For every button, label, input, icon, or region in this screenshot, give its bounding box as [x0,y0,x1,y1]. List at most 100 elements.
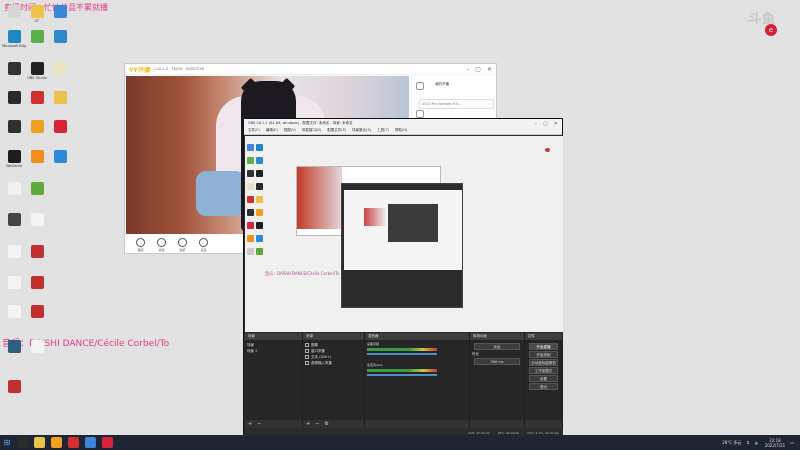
desktop-shortcut[interactable] [2,5,26,19]
settings-icon[interactable] [416,110,424,118]
desktop-shortcut[interactable] [48,150,72,164]
yy-side-item[interactable]: 2022 Pro Stream Fra... [419,99,494,109]
obs-menu-item[interactable]: 场景集合(S) [352,128,371,134]
maximize-icon[interactable]: ▢ [475,66,481,73]
obs-menu-item[interactable]: 编辑(E) [266,128,278,134]
edge-icon [7,30,21,43]
desktop-shortcut[interactable] [2,62,26,76]
obs-menu-item[interactable]: 视图(V) [284,128,296,134]
desktop-shortcut[interactable] [48,62,72,76]
sources-list[interactable]: 图像 窗口采集 文本 (GDI+) 音频输入采集 [303,340,364,420]
edge-icon[interactable] [85,437,96,448]
remove-icon[interactable]: − [257,421,261,427]
settings-button[interactable]: 设置 [529,375,558,382]
start-recording-button[interactable]: 开始录制 [529,351,558,358]
minimize-icon[interactable]: – [535,121,538,127]
transitions-body: 淡出 时长 300 ms [470,340,524,420]
gear-icon[interactable]: ⚙ [324,421,328,427]
obs-studio-icon [30,62,44,75]
duration-input[interactable]: 300 ms [474,358,520,365]
transition-select[interactable]: 淡出 [474,343,520,350]
douyu-icon[interactable] [102,437,113,448]
mixer-track-name: 麦克风/Aux [367,363,383,367]
volume-slider[interactable] [367,353,437,355]
obs-menu-item[interactable]: 帮助(H) [395,128,407,134]
desktop-shortcut[interactable] [48,30,72,44]
desktop-shortcut[interactable] [2,305,26,319]
desktop-shortcut[interactable] [25,30,49,44]
obs-menu-item[interactable]: 文件(F) [248,128,260,134]
clock[interactable]: 22:18 2022/7/21 [765,438,786,448]
add-icon[interactable]: + [248,421,252,427]
obs-titlebar[interactable]: OBS 28.1.1 (64-bit, windows) - 配置文件: 未命名… [244,119,562,128]
close-icon[interactable]: ✕ [487,66,492,73]
yy-control-settings[interactable]: 设置 [199,237,208,252]
virtual-camera-button[interactable]: 启动虚拟摄像机 [529,359,558,366]
desktop-shortcut[interactable] [25,182,49,196]
volume-icon[interactable]: 🔈 [755,440,760,445]
desktop-shortcut[interactable]: WeGame [2,150,26,168]
desktop-shortcut[interactable] [2,245,26,259]
desktop-shortcut[interactable] [2,213,26,227]
netease-icon[interactable] [68,437,79,448]
desktop-shortcut[interactable] [2,340,26,354]
add-icon[interactable]: + [306,421,310,427]
desktop-shortcut[interactable] [25,150,49,164]
desktop-shortcut[interactable] [2,91,26,105]
obs-menu-item[interactable]: 工具(T) [377,128,389,134]
desktop-shortcut[interactable] [2,120,26,134]
desktop-shortcut[interactable] [25,245,49,259]
source-item[interactable]: 音频输入采集 [305,360,362,366]
weather-text[interactable]: 28°C 多云 [722,440,741,446]
studio-mode-button[interactable]: 工作室模式 [529,367,558,374]
yy-titlebar[interactable]: YY开播 1.20.1.0 · 10030 · 00507038 – ▢ ✕ [125,64,496,75]
notification-icon[interactable]: ▭ [790,440,794,445]
doc-icon [7,245,21,258]
exit-button[interactable]: 退出 [529,383,558,390]
desktop-shortcut-label: WeGame [6,164,22,168]
remove-icon[interactable]: − [315,421,319,427]
sources-toolbar: + − ⚙ [303,420,364,428]
scenes-list[interactable]: 场景 场景 2 [245,340,302,420]
desktop-shortcut[interactable] [25,120,49,134]
desktop-shortcut[interactable] [2,276,26,290]
desktop-shortcut[interactable] [25,213,49,227]
app-icon[interactable] [51,437,62,448]
desktop-shortcut[interactable] [25,276,49,290]
desktop-shortcut[interactable] [2,380,26,394]
minimize-icon[interactable]: – [466,66,469,73]
desktop-shortcut[interactable] [25,91,49,105]
desktop-shortcut[interactable] [48,91,72,105]
sources-dock: 来源 图像 窗口采集 文本 (GDI+) 音频输入采集 + − ⚙ [303,333,365,428]
filter-icon [157,237,166,247]
yy-control-filter[interactable]: 滤镜 [157,237,166,252]
desktop-shortcut[interactable]: CF [25,5,49,23]
yy-window-controls: – ▢ ✕ [466,66,492,73]
desktop-shortcut[interactable] [2,182,26,196]
volume-slider[interactable] [367,374,437,376]
obs-menu-item[interactable]: 停靠窗口(D) [302,128,321,134]
search-icon[interactable] [17,437,28,448]
close-icon[interactable]: ✕ [554,121,558,127]
nested-app-icon [256,170,263,177]
desktop-shortcut[interactable] [25,305,49,319]
start-button[interactable]: ⊞ [0,435,14,450]
scene-item[interactable]: 场景 2 [247,348,300,354]
live-icon[interactable] [416,82,424,90]
network-icon[interactable]: ⇅ [746,440,749,445]
desktop-shortcut[interactable]: Microsoft Edge [2,30,26,48]
yy-control-sticker[interactable]: 贴纸 [178,237,187,252]
desktop-shortcut[interactable] [25,340,49,354]
app-icon [7,340,21,353]
desktop-shortcut[interactable] [48,120,72,134]
obs-menu-item[interactable]: 配置文件(P) [327,128,346,134]
obs-preview[interactable]: 音乐：DAISHI DANCE/Cécile Corbel/To [245,136,563,332]
start-streaming-button[interactable]: 开始直播 [529,343,558,350]
desktop-shortcut[interactable]: OBS Studio [25,62,49,80]
yy-control-beauty[interactable]: 美颜 [136,237,145,252]
desktop-shortcut[interactable] [48,5,72,19]
file-explorer-icon[interactable] [34,437,45,448]
maximize-icon[interactable]: ▢ [543,121,548,127]
obs-window[interactable]: OBS 28.1.1 (64-bit, windows) - 配置文件: 未命名… [243,118,563,437]
nested-desktop-icons [247,142,269,332]
